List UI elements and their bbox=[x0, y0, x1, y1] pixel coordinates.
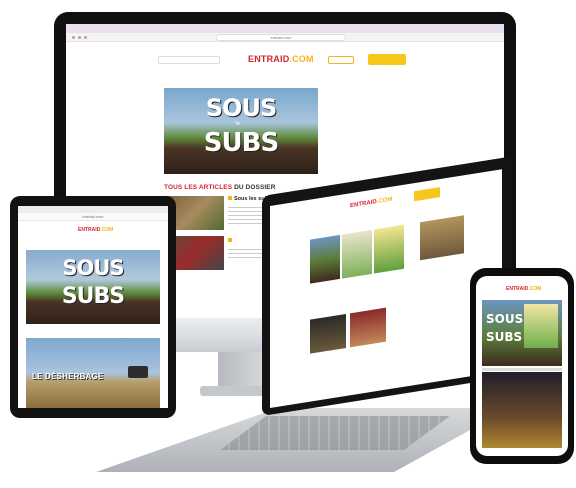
back-icon[interactable] bbox=[72, 36, 75, 39]
reload-icon[interactable] bbox=[84, 36, 87, 39]
tractor-image bbox=[128, 366, 148, 378]
laptop-site-logo[interactable]: ENTRAID.COM bbox=[350, 197, 392, 210]
logo-part2: .COM bbox=[376, 196, 393, 206]
site-header: ENTRAID.COM bbox=[66, 42, 504, 88]
phone-article-photo[interactable] bbox=[482, 372, 562, 448]
logo-part1: ENTRAID bbox=[248, 54, 290, 64]
magazine-cover[interactable] bbox=[524, 304, 558, 348]
laptop-nav bbox=[310, 220, 334, 224]
sidebar-photo[interactable] bbox=[420, 215, 464, 261]
logo-part1: ENTRAID bbox=[506, 286, 529, 292]
hero-title-small: le bbox=[236, 121, 240, 127]
logo-part2: .COM bbox=[289, 54, 314, 64]
forward-icon[interactable] bbox=[78, 36, 81, 39]
article-photo[interactable] bbox=[350, 307, 386, 348]
hero-title-line1: SOUS bbox=[486, 312, 524, 326]
tablet-tabbar[interactable] bbox=[18, 206, 168, 213]
hero-title-line2: SUBS bbox=[61, 284, 125, 309]
logo-part2: .COM bbox=[528, 286, 542, 292]
hero-title-line2: SUBS bbox=[486, 330, 523, 344]
logo-part1: ENTRAID bbox=[350, 199, 377, 210]
tablet-site-logo[interactable]: ENTRAID.COM bbox=[78, 227, 113, 233]
hero-image[interactable]: SOUS le SUBS bbox=[164, 88, 318, 174]
browser-tabbar[interactable] bbox=[66, 24, 504, 33]
site-logo[interactable]: ENTRAID.COM bbox=[248, 54, 314, 64]
login-button[interactable] bbox=[328, 56, 354, 64]
tablet-article-title[interactable]: LE DÉSHERBAGE bbox=[32, 372, 104, 381]
logo-part1: ENTRAID bbox=[78, 227, 101, 233]
browser-urlbar: entraid.com bbox=[66, 33, 504, 42]
hero-title-line1: SOUS bbox=[205, 94, 277, 122]
tablet-screen: entraid.com ENTRAID.COM SOUS SUBS LE DÉS… bbox=[18, 206, 168, 408]
address-input[interactable]: entraid.com bbox=[216, 34, 346, 41]
laptop-screen: ENTRAID.COM bbox=[270, 169, 502, 408]
divider bbox=[482, 368, 562, 371]
search-input[interactable] bbox=[158, 56, 220, 64]
tablet-hero-image[interactable]: SOUS SUBS bbox=[26, 250, 160, 324]
device-mockup-scene: entraid.com ENTRAID.COM SOUS le SUBS TOU… bbox=[0, 0, 576, 488]
logo-part2: .COM bbox=[100, 227, 114, 233]
magazine-cover[interactable] bbox=[374, 224, 404, 274]
phone-site-logo[interactable]: ENTRAID.COM bbox=[506, 286, 541, 292]
magazine-cover[interactable] bbox=[310, 234, 340, 284]
section-title-part2: DU DOSSIER bbox=[234, 184, 276, 191]
hero-title-line2: SUBS bbox=[203, 128, 279, 158]
section-title-part1: TOUS LES ARTICLES bbox=[164, 184, 233, 191]
article-photo[interactable] bbox=[310, 313, 346, 354]
section-title: TOUS LES ARTICLES DU DOSSIER bbox=[164, 184, 276, 191]
phone-screen: ENTRAID.COM SOUS SUBS bbox=[476, 276, 568, 456]
laptop-subscribe-button[interactable] bbox=[414, 187, 440, 202]
tablet-address-input[interactable]: entraid.com bbox=[18, 213, 168, 221]
hero-title-line1: SOUS bbox=[62, 256, 124, 280]
magazine-cover[interactable] bbox=[342, 229, 372, 279]
subscribe-button[interactable] bbox=[368, 54, 406, 65]
